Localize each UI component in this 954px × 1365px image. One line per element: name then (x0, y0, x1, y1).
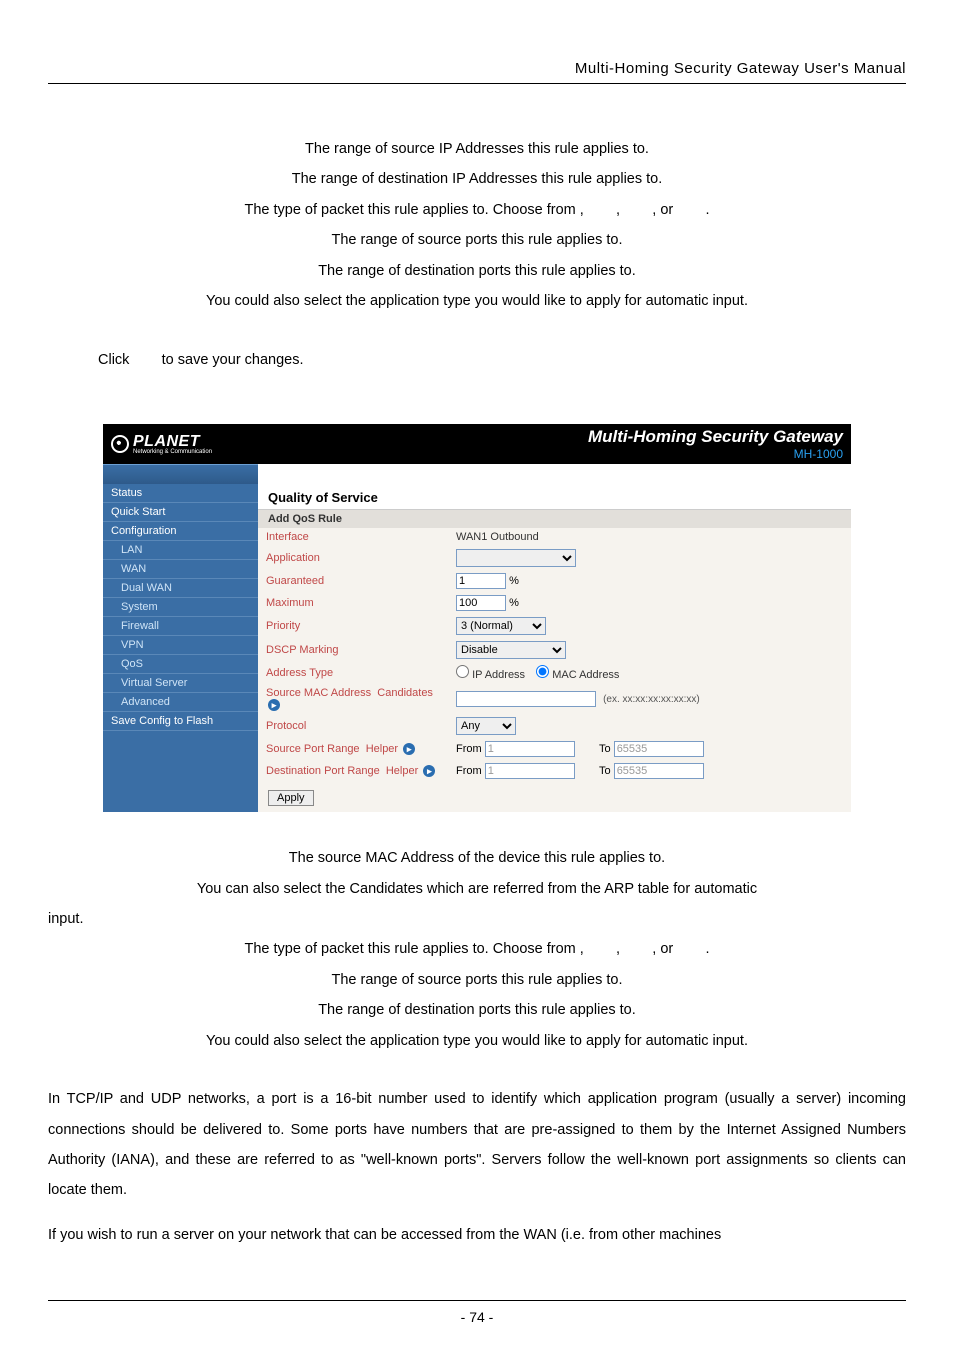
txt2-para2: If you wish to run a server on your netw… (48, 1220, 906, 1250)
dstport-to-input[interactable] (614, 763, 704, 779)
srcmac-input[interactable] (456, 691, 596, 707)
hero-title: Multi-Homing Security Gateway (588, 427, 843, 447)
sidebar: Status Quick Start Configuration LAN WAN… (103, 464, 258, 812)
srcport-helper-icon[interactable]: ▸ (403, 743, 415, 755)
txt2-protocol: The type of packet this rule applies to.… (48, 934, 906, 964)
txt-protocol: The type of packet this rule applies to.… (48, 195, 906, 225)
ui-top-bar: PLANET Networking & Communication Multi-… (103, 424, 851, 464)
sidebar-item-status[interactable]: Status (103, 484, 258, 503)
brand-sub: Networking & Communication (133, 449, 212, 455)
txt2-para1: In TCP/IP and UDP networks, a port is a … (48, 1084, 906, 1206)
subhead-add-rule: Add QoS Rule (258, 509, 851, 528)
guaranteed-unit: % (509, 575, 519, 587)
srcport-from-lbl: From (456, 743, 482, 755)
apply-button[interactable]: Apply (268, 790, 314, 806)
lbl-maximum: Maximum (258, 592, 448, 614)
lbl-guaranteed: Guaranteed (258, 570, 448, 592)
candidates-icon[interactable]: ▸ (268, 699, 280, 711)
dstport-helper-icon[interactable]: ▸ (423, 765, 435, 777)
sidebar-item-quickstart[interactable]: Quick Start (103, 503, 258, 522)
maximum-input[interactable] (456, 595, 506, 611)
priority-select[interactable]: 3 (Normal) (456, 617, 546, 635)
dstport-helper-link[interactable]: Helper (386, 765, 418, 777)
sidebar-item-saveconfig[interactable]: Save Config to Flash (103, 712, 258, 731)
sidebar-item-firewall[interactable]: Firewall (103, 617, 258, 636)
lbl-application: Application (258, 546, 448, 570)
txt2-dstport: The range of destination ports this rule… (48, 995, 906, 1025)
txt-helper: You could also select the application ty… (48, 286, 906, 316)
srcport-to-input[interactable] (614, 741, 704, 757)
section-title: Quality of Service (258, 484, 851, 509)
txt2-candidates-a: You can also select the Candidates which… (48, 874, 906, 904)
txt-dst-port: The range of destination ports this rule… (48, 256, 906, 286)
dstport-to-lbl: To (599, 765, 611, 777)
hero-model: MH-1000 (588, 447, 843, 461)
bottom-body-text: The source MAC Address of the device thi… (48, 843, 906, 1250)
router-ui-screenshot: PLANET Networking & Communication Multi-… (102, 423, 852, 813)
globe-icon (111, 435, 129, 453)
sidebar-item-qos[interactable]: QoS (103, 655, 258, 674)
lbl-priority: Priority (258, 614, 448, 638)
lbl-protocol: Protocol (258, 714, 448, 738)
application-select[interactable] (456, 549, 576, 567)
srcport-helper-link[interactable]: Helper (366, 743, 398, 755)
sidebar-item-configuration[interactable]: Configuration (103, 522, 258, 541)
main-panel: Quality of Service Add QoS Rule Interfac… (258, 464, 851, 812)
dscp-select[interactable]: Disable (456, 641, 566, 659)
hero-title-block: Multi-Homing Security Gateway MH-1000 (588, 427, 843, 461)
sidebar-item-system[interactable]: System (103, 598, 258, 617)
dstport-from-input[interactable] (485, 763, 575, 779)
radio-mac-address[interactable]: MAC Address (536, 669, 619, 681)
txt-src-ip: The range of source IP Addresses this ru… (48, 134, 906, 164)
val-interface: WAN1 Outbound (448, 528, 851, 546)
guaranteed-input[interactable] (456, 573, 506, 589)
sidebar-item-virtualserver[interactable]: Virtual Server (103, 674, 258, 693)
page-header: Multi-Homing Security Gateway User's Man… (48, 60, 906, 84)
brand-logo: PLANET Networking & Communication (111, 433, 212, 455)
maximum-unit: % (509, 597, 519, 609)
page-number: - 74 - (48, 1300, 906, 1325)
lbl-srcport: Source Port Range Helper ▸ (258, 738, 448, 760)
lbl-interface: Interface (258, 528, 448, 546)
txt-click-apply: Click to save your changes. (48, 345, 906, 375)
sidebar-item-dualwan[interactable]: Dual WAN (103, 579, 258, 598)
sidebar-item-wan[interactable]: WAN (103, 560, 258, 579)
top-body-text: The range of source IP Addresses this ru… (48, 134, 906, 375)
candidates-link[interactable]: Candidates (377, 687, 433, 699)
srcport-to-lbl: To (599, 743, 611, 755)
sidebar-item-vpn[interactable]: VPN (103, 636, 258, 655)
sidebar-item-lan[interactable]: LAN (103, 541, 258, 560)
lbl-dscp: DSCP Marking (258, 638, 448, 662)
srcmac-hint: (ex. xx:xx:xx:xx:xx:xx) (603, 694, 700, 705)
txt2-srcport: The range of source ports this rule appl… (48, 965, 906, 995)
lbl-srcmac: Source MAC Address Candidates ▸ (258, 684, 448, 714)
txt-src-port: The range of source ports this rule appl… (48, 225, 906, 255)
qos-form: Interface WAN1 Outbound Application Guar… (258, 528, 851, 782)
txt-dst-ip: The range of destination IP Addresses th… (48, 164, 906, 194)
srcport-from-input[interactable] (485, 741, 575, 757)
sidebar-item-advanced[interactable]: Advanced (103, 693, 258, 712)
dstport-from-lbl: From (456, 765, 482, 777)
protocol-select[interactable]: Any (456, 717, 516, 735)
txt2-candidates-b: input. (48, 904, 906, 934)
txt2-srcmac: The source MAC Address of the device thi… (48, 843, 906, 873)
lbl-dstport: Destination Port Range Helper ▸ (258, 760, 448, 782)
txt2-helper: You could also select the application ty… (48, 1026, 906, 1056)
radio-ip-address[interactable]: IP Address (456, 669, 525, 681)
lbl-addrtype: Address Type (258, 662, 448, 684)
